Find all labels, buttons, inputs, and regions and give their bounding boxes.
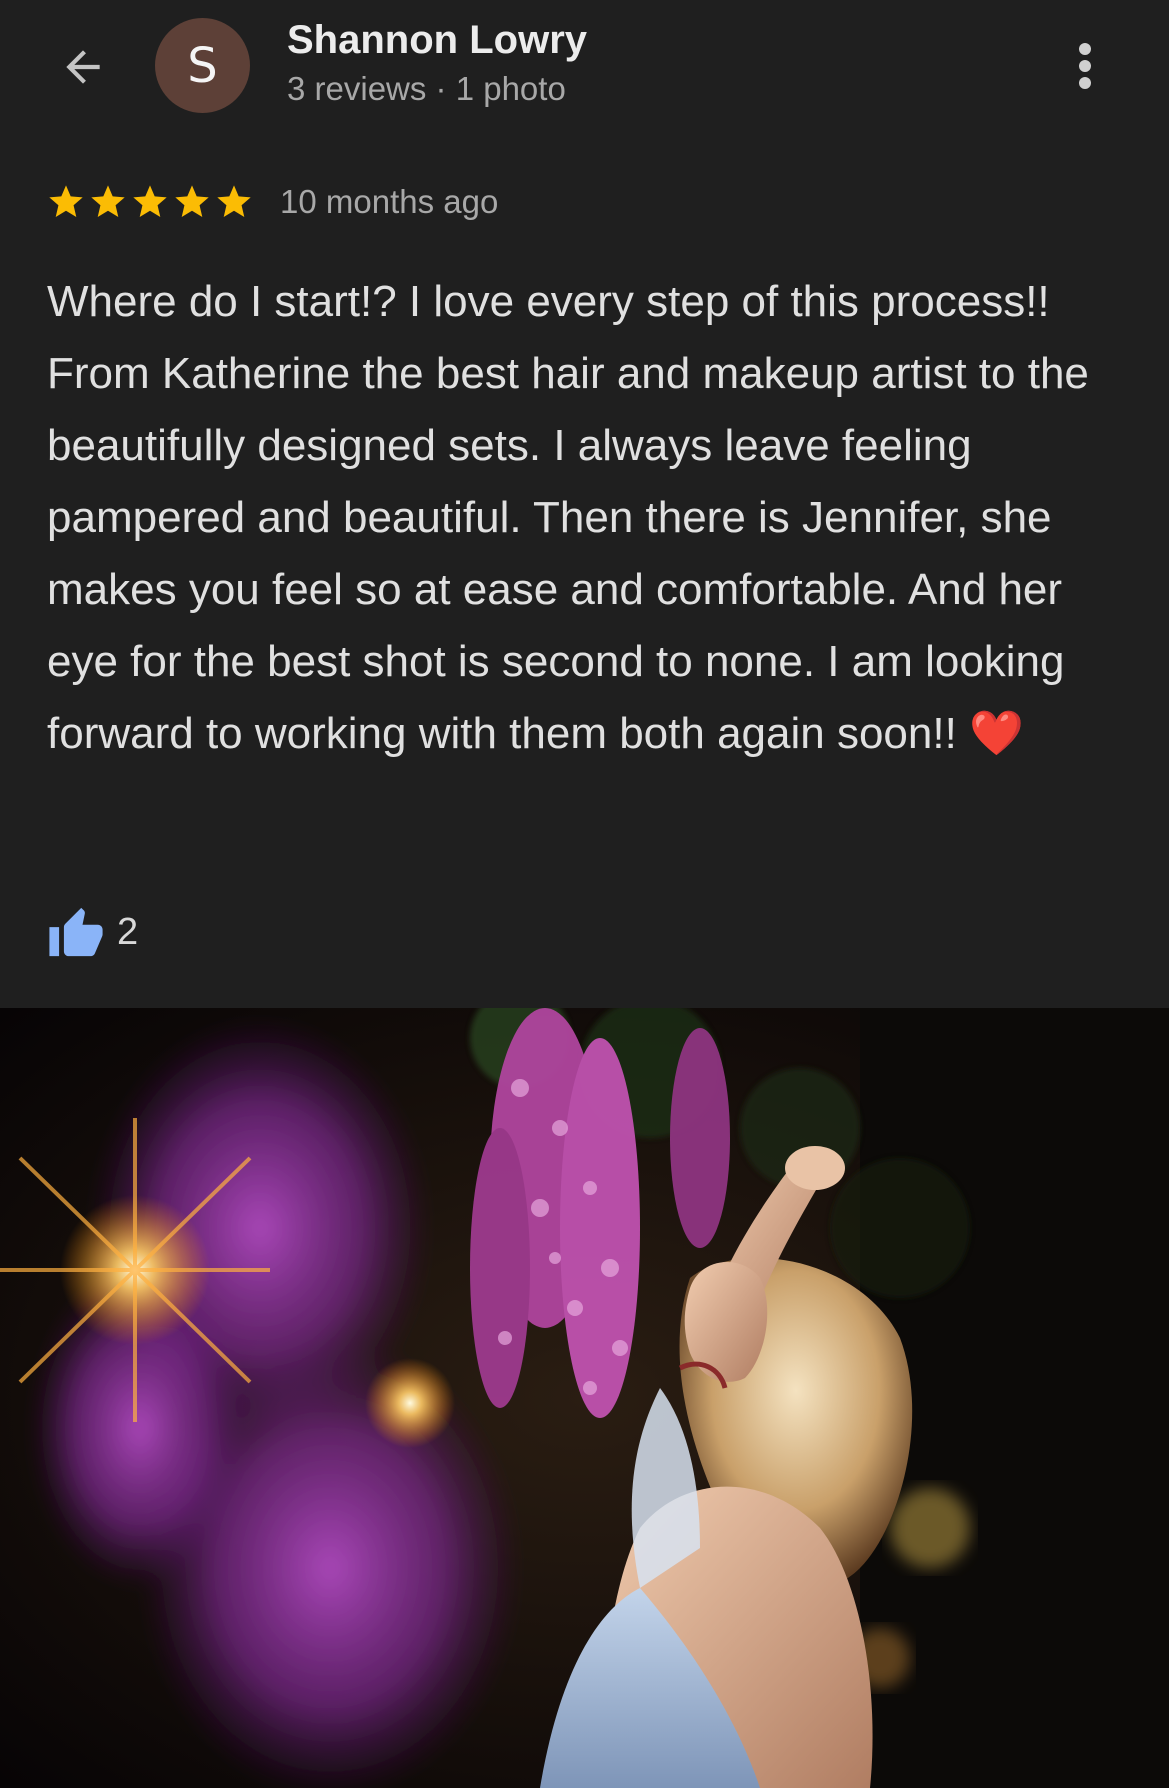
- like-count: 2: [117, 910, 139, 953]
- more-vert-icon: [1079, 43, 1091, 89]
- star-icon: [217, 185, 251, 217]
- review-photo[interactable]: [0, 1008, 1169, 1788]
- avatar[interactable]: S: [155, 18, 250, 113]
- review-text: Where do I start!? I love every step of …: [47, 277, 1089, 758]
- like-button[interactable]: 2: [47, 905, 138, 959]
- star-icon: [133, 185, 167, 217]
- review-photo-image: [0, 1008, 1169, 1788]
- review-time: 10 months ago: [280, 183, 499, 220]
- star-icon: [175, 185, 209, 217]
- star-rating: [46, 182, 254, 222]
- arrow-back-icon: [66, 50, 100, 84]
- reviewer-meta: 3 reviews · 1 photo: [287, 70, 566, 107]
- rating-row: 10 months ago: [46, 182, 498, 222]
- reviewer-name[interactable]: Shannon Lowry: [287, 18, 587, 63]
- star-icon: [91, 185, 125, 217]
- back-button[interactable]: [52, 36, 114, 98]
- thumb-up-icon: [49, 907, 103, 957]
- more-options-button[interactable]: [1055, 36, 1115, 96]
- review-header: S Shannon Lowry 3 reviews · 1 photo: [0, 0, 1169, 135]
- star-icon: [49, 185, 83, 217]
